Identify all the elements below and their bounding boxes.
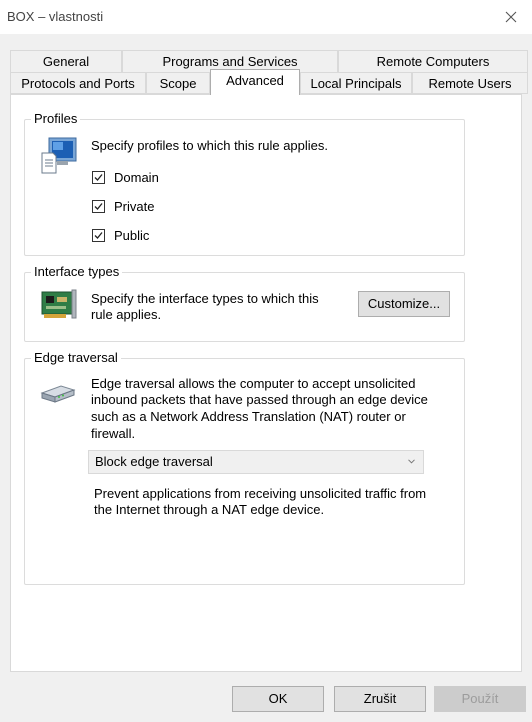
tab-protocols-and-ports[interactable]: Protocols and Ports [10,72,146,94]
ok-button[interactable]: OK [232,686,324,712]
edge-traversal-group: Edge traversal Edge traversal allows the… [24,350,465,585]
tab-remote-users[interactable]: Remote Users [412,72,528,94]
domain-checkbox[interactable] [92,171,105,184]
checkmark-icon [94,174,103,181]
tab-advanced[interactable]: Advanced [210,69,300,95]
chevron-down-icon [408,459,415,464]
interface-types-group: Interface types Specify the interface ty… [24,264,465,342]
edge-traversal-select-value: Block edge traversal [95,454,213,469]
tab-general[interactable]: General [10,50,122,72]
edge-help-line2: the Internet through a NAT edge device. [94,502,325,517]
interface-description-line2: rule applies. [91,307,162,322]
cancel-button[interactable]: Zrušit [334,686,426,712]
public-checkbox[interactable] [92,229,105,242]
window-title: BOX – vlastnosti [7,9,104,24]
public-label: Public [114,228,150,243]
tab-local-principals[interactable]: Local Principals [300,72,412,94]
edge-traversal-legend: Edge traversal [31,350,121,365]
edge-help-line1: Prevent applications from receiving unso… [94,486,427,501]
apply-button[interactable]: Použít [434,686,526,712]
close-icon [505,11,517,23]
router-device-icon [40,385,76,403]
edge-description-line4: firewall. [91,426,136,441]
computer-monitor-icon [41,137,77,174]
profiles-description: Specify profiles to which this rule appl… [91,138,329,153]
edge-description-line3: such as a Network Address Translation (N… [91,409,406,424]
edge-description-line2: inbound packets that have passed through… [91,392,428,407]
private-label: Private [114,199,155,214]
close-button[interactable] [492,0,532,34]
checkmark-icon [94,203,103,210]
interface-description-line1: Specify the interface types to which thi… [91,291,319,306]
title-bar: BOX – vlastnosti [0,0,532,34]
tab-panel-advanced: Profiles Specify profiles to which this … [10,94,522,672]
customize-button[interactable]: Customize... [358,291,450,317]
tab-remote-computers[interactable]: Remote Computers [338,50,528,72]
edge-description-line1: Edge traversal allows the computer to ac… [91,376,416,391]
domain-label: Domain [114,170,159,185]
private-checkbox[interactable] [92,200,105,213]
edge-traversal-select[interactable]: Block edge traversal [88,450,424,474]
tab-scope[interactable]: Scope [146,72,210,94]
profiles-legend: Profiles [31,111,81,126]
interface-types-legend: Interface types [31,264,123,279]
network-card-icon [41,289,77,319]
profiles-group: Profiles Specify profiles to which this … [24,111,465,256]
checkmark-icon [94,232,103,239]
